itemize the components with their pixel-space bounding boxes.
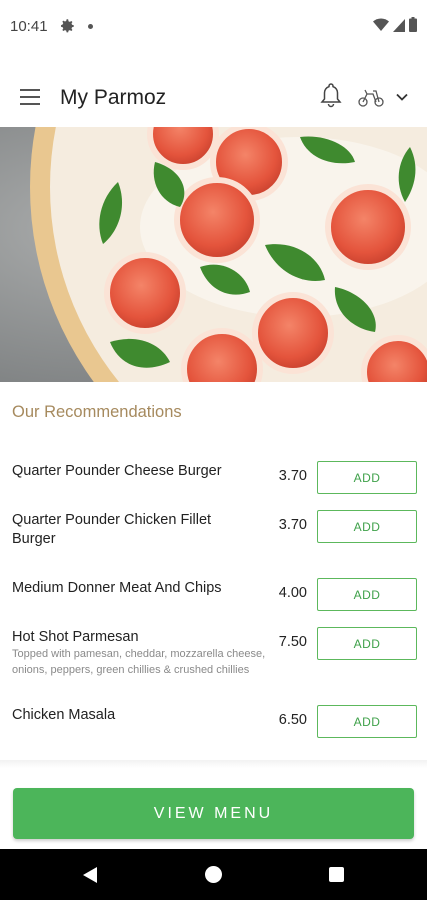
notification-dot-icon — [88, 24, 93, 29]
add-button[interactable]: ADD — [317, 510, 417, 543]
gear-icon — [61, 19, 74, 33]
back-icon[interactable] — [82, 866, 98, 884]
item-price: 4.00 — [278, 585, 307, 601]
wifi-icon — [373, 18, 389, 31]
page-title: My Parmoz — [60, 86, 167, 109]
add-button[interactable]: ADD — [317, 461, 417, 494]
item-name: Chicken Masala — [12, 707, 116, 723]
add-button[interactable]: ADD — [317, 578, 417, 611]
hero-image — [0, 127, 427, 382]
section-title-recommendations: Our Recommendations — [12, 403, 182, 421]
bell-icon[interactable] — [320, 82, 342, 108]
item-name: Hot Shot Parmesan — [12, 629, 139, 645]
chevron-down-icon[interactable] — [395, 90, 409, 104]
item-price: 7.50 — [278, 634, 307, 650]
item-price: 3.70 — [278, 517, 307, 533]
item-name: Quarter Pounder Chicken Fillet Burger — [12, 512, 212, 547]
view-menu-button[interactable]: VIEW MENU — [13, 788, 414, 839]
item-description: Topped with pamesan, cheddar, mozzarella… — [12, 648, 266, 676]
app-bar: My Parmoz — [0, 70, 427, 126]
add-button[interactable]: ADD — [317, 627, 417, 660]
pizza-image — [0, 127, 427, 382]
status-icons — [373, 17, 417, 32]
add-button[interactable]: ADD — [317, 705, 417, 738]
item-name: Quarter Pounder Cheese Burger — [12, 463, 222, 479]
item-name: Medium Donner Meat And Chips — [12, 580, 222, 596]
recent-apps-icon[interactable] — [329, 867, 344, 882]
divider — [0, 760, 427, 768]
item-price: 3.70 — [278, 468, 307, 484]
signal-icon — [393, 18, 405, 32]
system-nav-bar — [0, 849, 427, 900]
status-bar: 10:41 — [0, 0, 427, 56]
battery-icon — [409, 17, 417, 32]
home-icon[interactable] — [205, 866, 222, 883]
scooter-icon[interactable] — [358, 87, 384, 107]
status-time: 10:41 — [10, 18, 48, 35]
menu-icon[interactable] — [20, 89, 40, 105]
item-price: 6.50 — [278, 712, 307, 728]
